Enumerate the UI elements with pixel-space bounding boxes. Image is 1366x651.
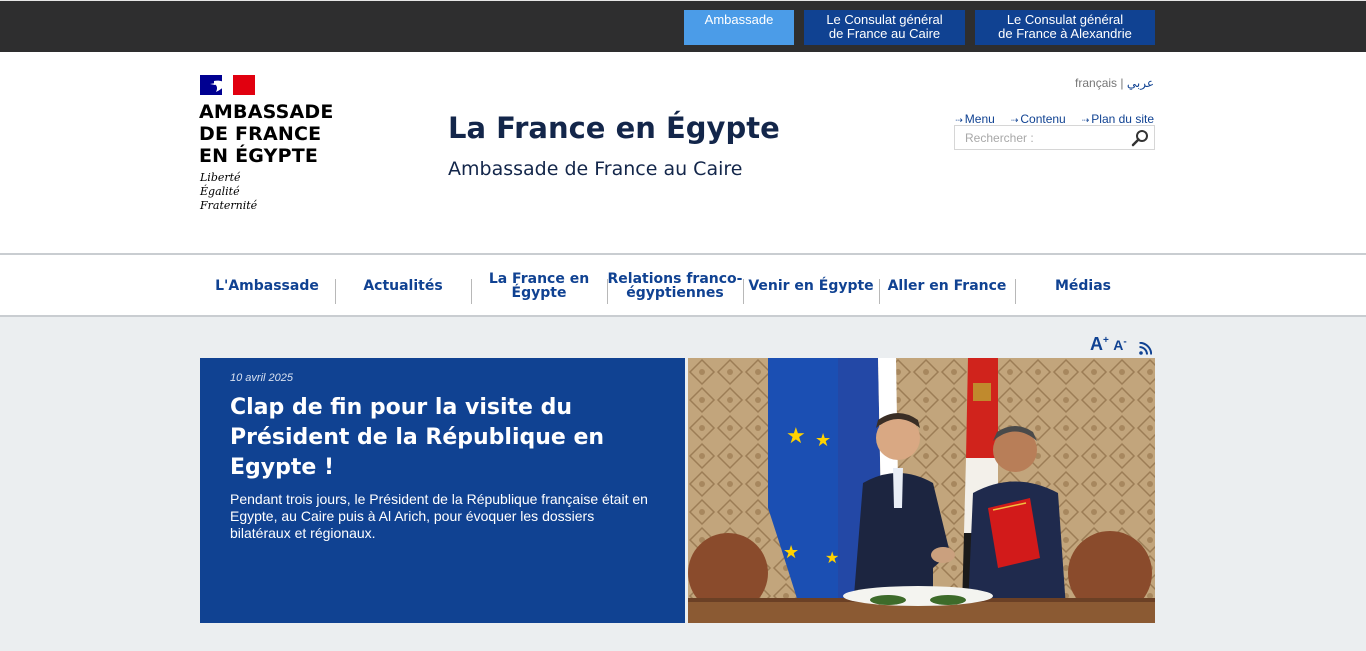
article-summary: Pendant trois jours, le Président de la … — [230, 491, 648, 541]
article-photo[interactable]: ★ ★ ★ ★ — [688, 358, 1155, 623]
increase-text-button[interactable]: A+ — [1090, 334, 1109, 354]
accessibility-tools: A+ A- — [1090, 334, 1152, 355]
article-headline[interactable]: Clap de fin pour la visite du Président … — [230, 393, 655, 483]
quicklink-menu-label: Menu — [964, 112, 995, 126]
ambassade-button[interactable]: Ambassade — [684, 10, 794, 45]
site-title[interactable]: La France en Égypte — [448, 111, 780, 145]
nav-item-venir-en-egypte[interactable]: Venir en Égypte — [743, 255, 879, 317]
nav-item-ambassade[interactable]: L'Ambassade — [199, 255, 335, 317]
article-date: 10 avril 2025 — [230, 372, 293, 384]
svg-text:★: ★ — [825, 548, 839, 567]
logo-motto-2: Égalité — [200, 185, 240, 198]
lang-arabic-link[interactable]: عربي — [1127, 76, 1154, 90]
increase-text-sign: + — [1103, 335, 1109, 346]
increase-text-label: A — [1090, 334, 1103, 354]
lang-current: français — [1075, 76, 1118, 90]
search-icon[interactable] — [1131, 129, 1149, 147]
logo-motto-3: Fraternité — [200, 199, 258, 212]
logo-motto-1: Liberté — [200, 171, 241, 184]
quicklink-plan-label: Plan du site — [1091, 112, 1154, 126]
lang-separator: | — [1120, 76, 1124, 90]
svg-text:★: ★ — [783, 542, 799, 563]
svg-text:★: ★ — [786, 424, 806, 449]
logo-line-2: DE FRANCE — [199, 123, 322, 145]
arrow-right-icon: ⇢ — [1081, 115, 1090, 125]
site-subtitle: Ambassade de France au Caire — [448, 158, 743, 180]
text-size-controls: A+ A- — [1090, 334, 1127, 355]
consulat-alex-line1: Le Consulat général — [1006, 12, 1124, 27]
decrease-text-button[interactable]: A- — [1113, 336, 1127, 353]
nav-item-aller-en-france[interactable]: Aller en France — [879, 255, 1015, 317]
nav-item-france-en-egypte[interactable]: La France en Égypte — [471, 255, 607, 317]
consulat-caire-line1: Le Consulat général — [826, 12, 943, 27]
decrease-text-label: A — [1113, 337, 1124, 353]
search-box — [954, 125, 1155, 150]
site-header: AMBASSADE DE FRANCE EN ÉGYPTE Liberté Ég… — [0, 52, 1366, 255]
quicklink-contenu[interactable]: ⇢ Contenu — [1011, 112, 1066, 126]
logo-line-3: EN ÉGYPTE — [199, 145, 319, 167]
language-switcher: français | عربي — [1075, 76, 1154, 90]
consulat-alex-line2: de France à Alexandrie — [998, 26, 1132, 41]
consulat-alexandrie-button[interactable]: Le Consulat général de France à Alexandr… — [975, 10, 1155, 45]
nav-item-relations[interactable]: Relations franco-égyptiennes — [607, 255, 743, 317]
ambassade-label: Ambassade — [704, 12, 774, 27]
featured-article[interactable]: 10 avril 2025 Clap de fin pour la visite… — [200, 358, 685, 623]
svg-text:★: ★ — [815, 430, 831, 451]
consulat-caire-line2: de France au Caire — [828, 26, 941, 41]
logo-line-1: AMBASSADE — [199, 101, 334, 123]
consulat-caire-button[interactable]: Le Consulat général de France au Caire — [804, 10, 965, 45]
search-input[interactable] — [955, 126, 1125, 149]
nav-item-actualites[interactable]: Actualités — [335, 255, 471, 317]
main-content: A+ A- 10 avril 2025 Clap de fin pour la … — [0, 317, 1366, 651]
nav-item-medias[interactable]: Médias — [1015, 255, 1151, 317]
quicklink-plan-du-site[interactable]: ⇢ Plan du site — [1082, 112, 1154, 126]
quick-links: ⇢ Menu ⇢ Contenu ⇢ Plan du site — [955, 112, 1154, 126]
arrow-right-icon: ⇢ — [955, 115, 963, 125]
decrease-text-sign: - — [1123, 336, 1127, 348]
main-navigation: L'Ambassade Actualités La France en Égyp… — [0, 255, 1366, 317]
quicklink-contenu-label: Contenu — [1020, 112, 1066, 126]
arrow-right-icon: ⇢ — [1010, 115, 1019, 125]
top-bar: Ambassade Le Consulat général de France … — [0, 0, 1366, 52]
rss-icon[interactable] — [1138, 342, 1152, 355]
marianne-flag-logo[interactable] — [200, 75, 255, 95]
quicklink-menu[interactable]: ⇢ Menu — [955, 112, 995, 126]
